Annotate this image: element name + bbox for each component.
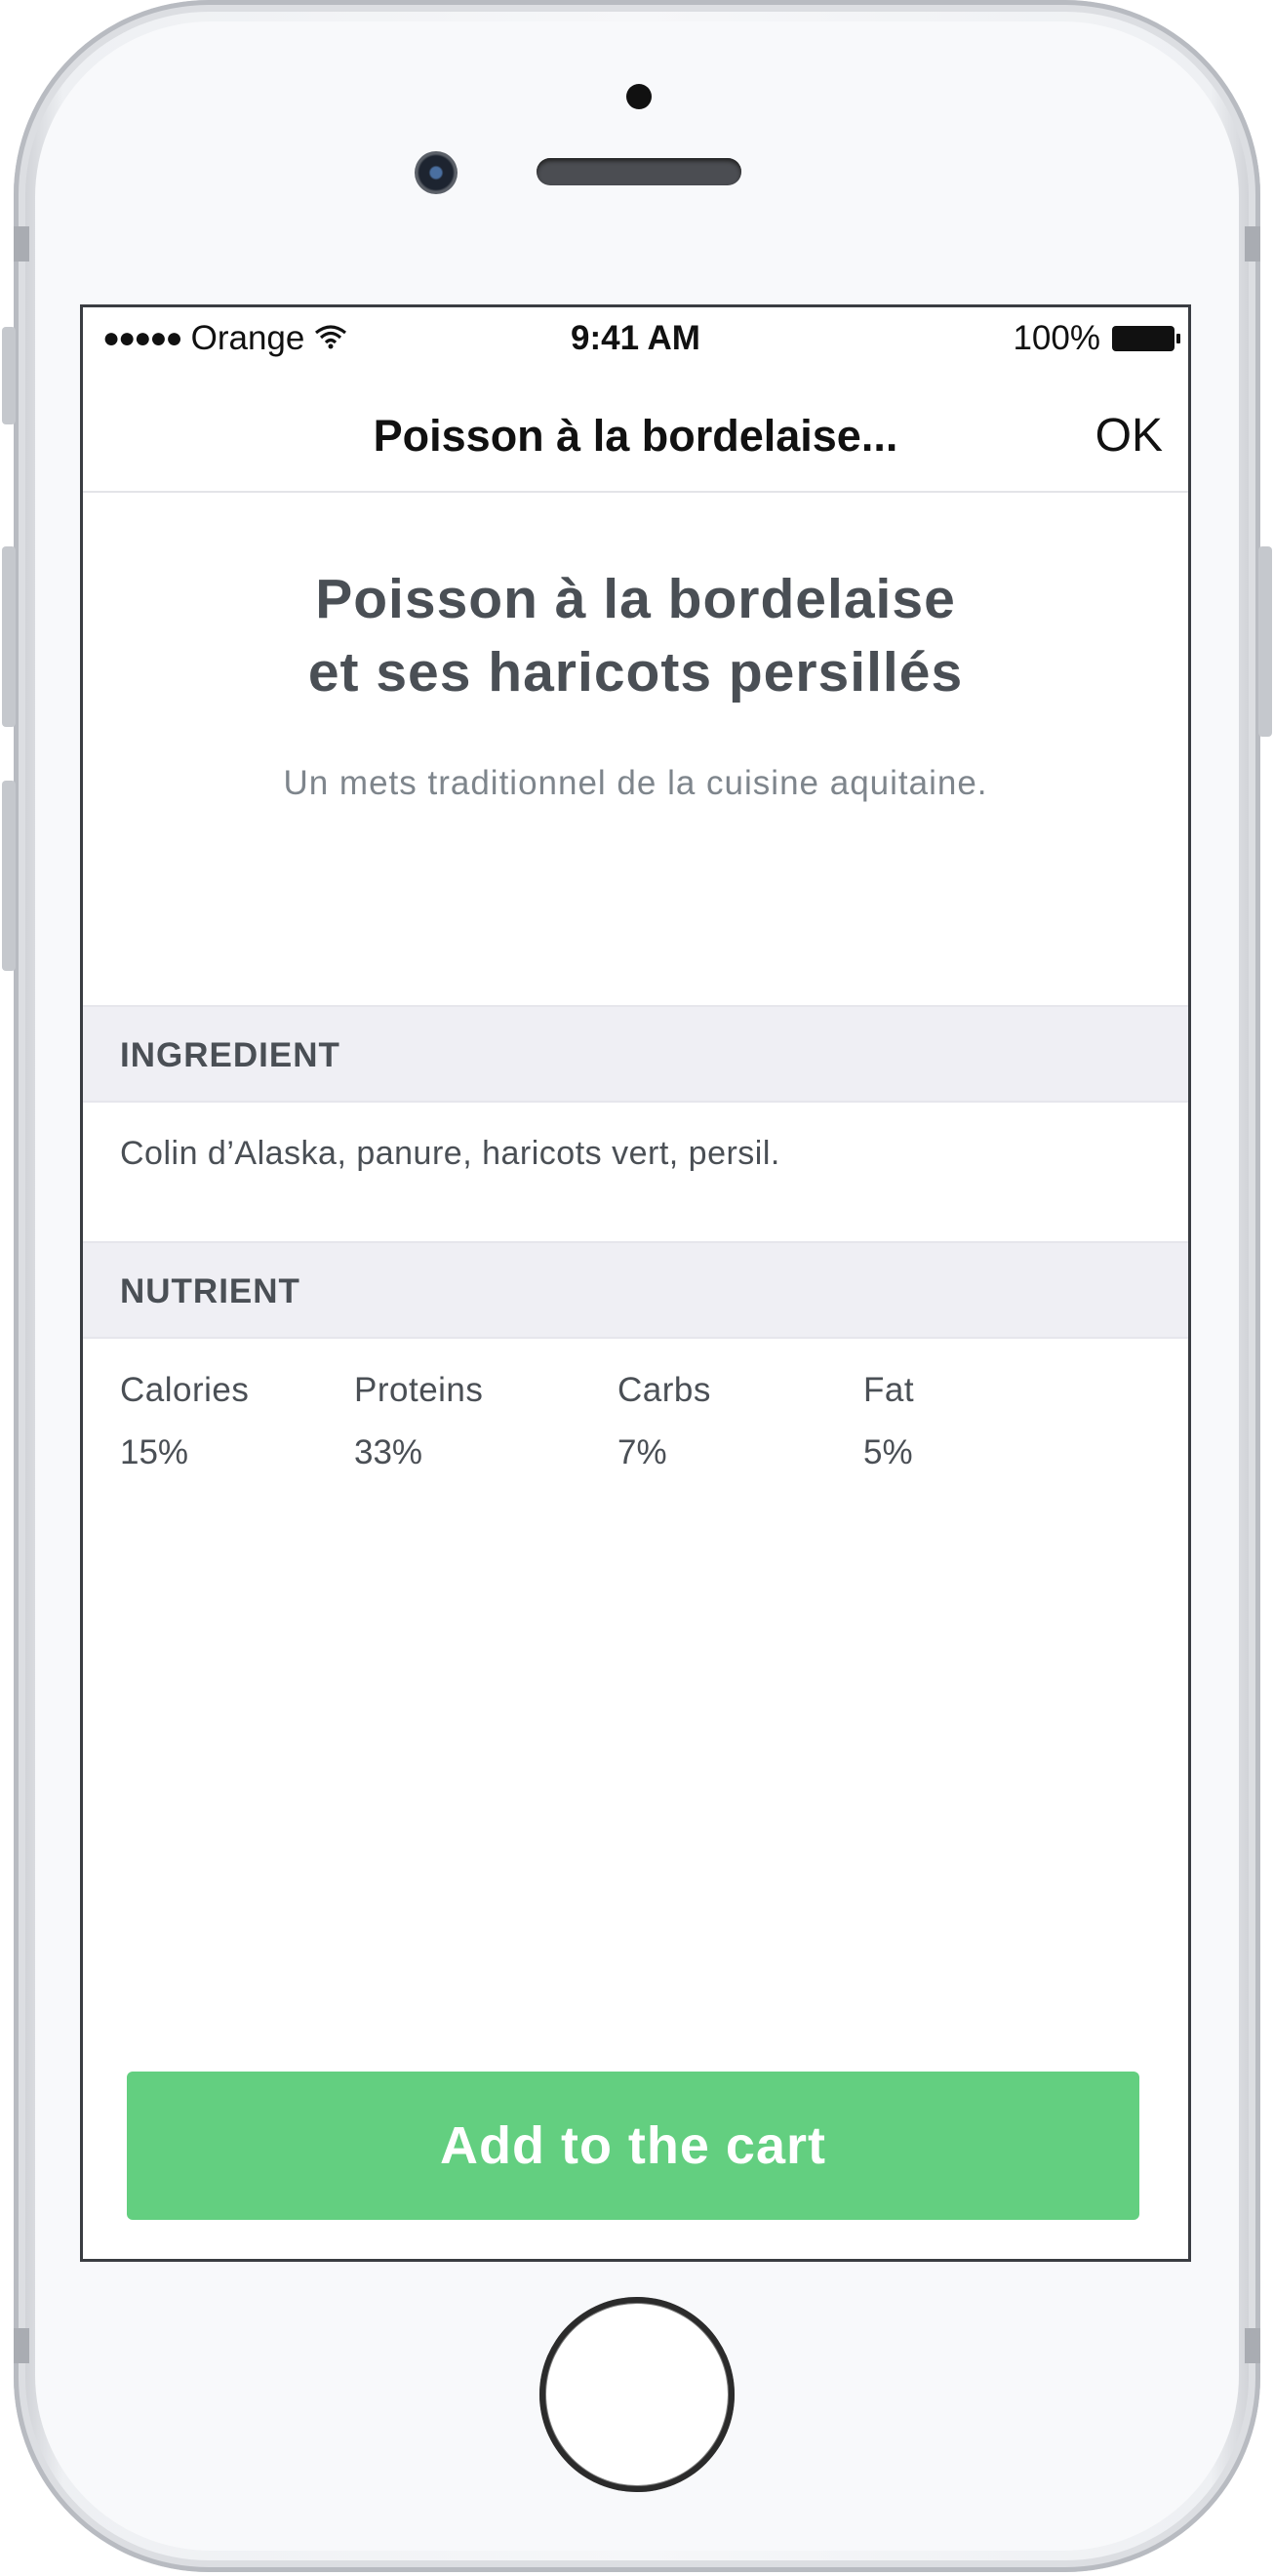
nutrient-calories: Calories 15%	[120, 1371, 249, 1472]
nutrient-carbs: Carbs 7%	[617, 1371, 711, 1472]
power-button	[1258, 546, 1272, 737]
nutrient-label: Carbs	[617, 1371, 711, 1409]
antenna-band	[1245, 226, 1260, 262]
nutrient-value: 5%	[863, 1433, 913, 1471]
home-button[interactable]	[539, 2297, 735, 2492]
volume-down-button	[2, 781, 16, 971]
dish-title-line-1: Poisson à la bordelaise	[315, 568, 956, 630]
mute-switch	[2, 327, 16, 424]
dish-subtitle: Un mets traditionnel de la cuisine aquit…	[283, 764, 988, 802]
battery-status: 100%	[1013, 319, 1180, 358]
nutrient-label: Calories	[120, 1371, 250, 1409]
front-camera	[415, 151, 458, 194]
antenna-band	[14, 226, 29, 262]
status-bar: ●●●●● Orange 9:41 AM 100%	[83, 307, 1188, 372]
app-screen: ●●●●● Orange 9:41 AM 100% Poisson à la b…	[80, 304, 1191, 2262]
add-to-cart-button[interactable]: Add to the cart	[127, 2072, 1139, 2220]
antenna-band	[14, 2328, 29, 2363]
dish-title: Poisson à la bordelaise et ses haricots …	[83, 563, 1188, 709]
nutrient-proteins: Proteins 33%	[354, 1371, 483, 1472]
ingredients-text: Colin d’Alaska, panure, haricots vert, p…	[120, 1135, 780, 1172]
ok-button[interactable]: OK	[1095, 409, 1163, 463]
nutrient-value: 33%	[354, 1433, 423, 1471]
nutrient-label: Fat	[863, 1371, 915, 1409]
nutrient-section-header: NUTRIENT	[83, 1241, 1188, 1339]
nav-title: Poisson à la bordelaise...	[373, 411, 898, 461]
battery-percent: 100%	[1013, 319, 1100, 357]
volume-up-button	[2, 546, 16, 727]
nutrient-value: 7%	[617, 1433, 667, 1471]
nutrient-label: Proteins	[354, 1371, 484, 1409]
nutrient-header-label: NUTRIENT	[120, 1272, 300, 1310]
ingredient-header-label: INGREDIENT	[120, 1036, 340, 1074]
battery-full-icon	[1112, 326, 1180, 351]
antenna-band	[1245, 2328, 1260, 2363]
ingredient-section-header: INGREDIENT	[83, 1005, 1188, 1103]
nutrient-fat: Fat 5%	[863, 1371, 914, 1472]
proximity-sensor	[626, 84, 652, 109]
nutrient-value: 15%	[120, 1433, 189, 1471]
dish-title-line-2: et ses haricots persillés	[307, 641, 964, 704]
earpiece-speaker	[537, 158, 741, 185]
navigation-bar: Poisson à la bordelaise... OK	[83, 372, 1188, 493]
